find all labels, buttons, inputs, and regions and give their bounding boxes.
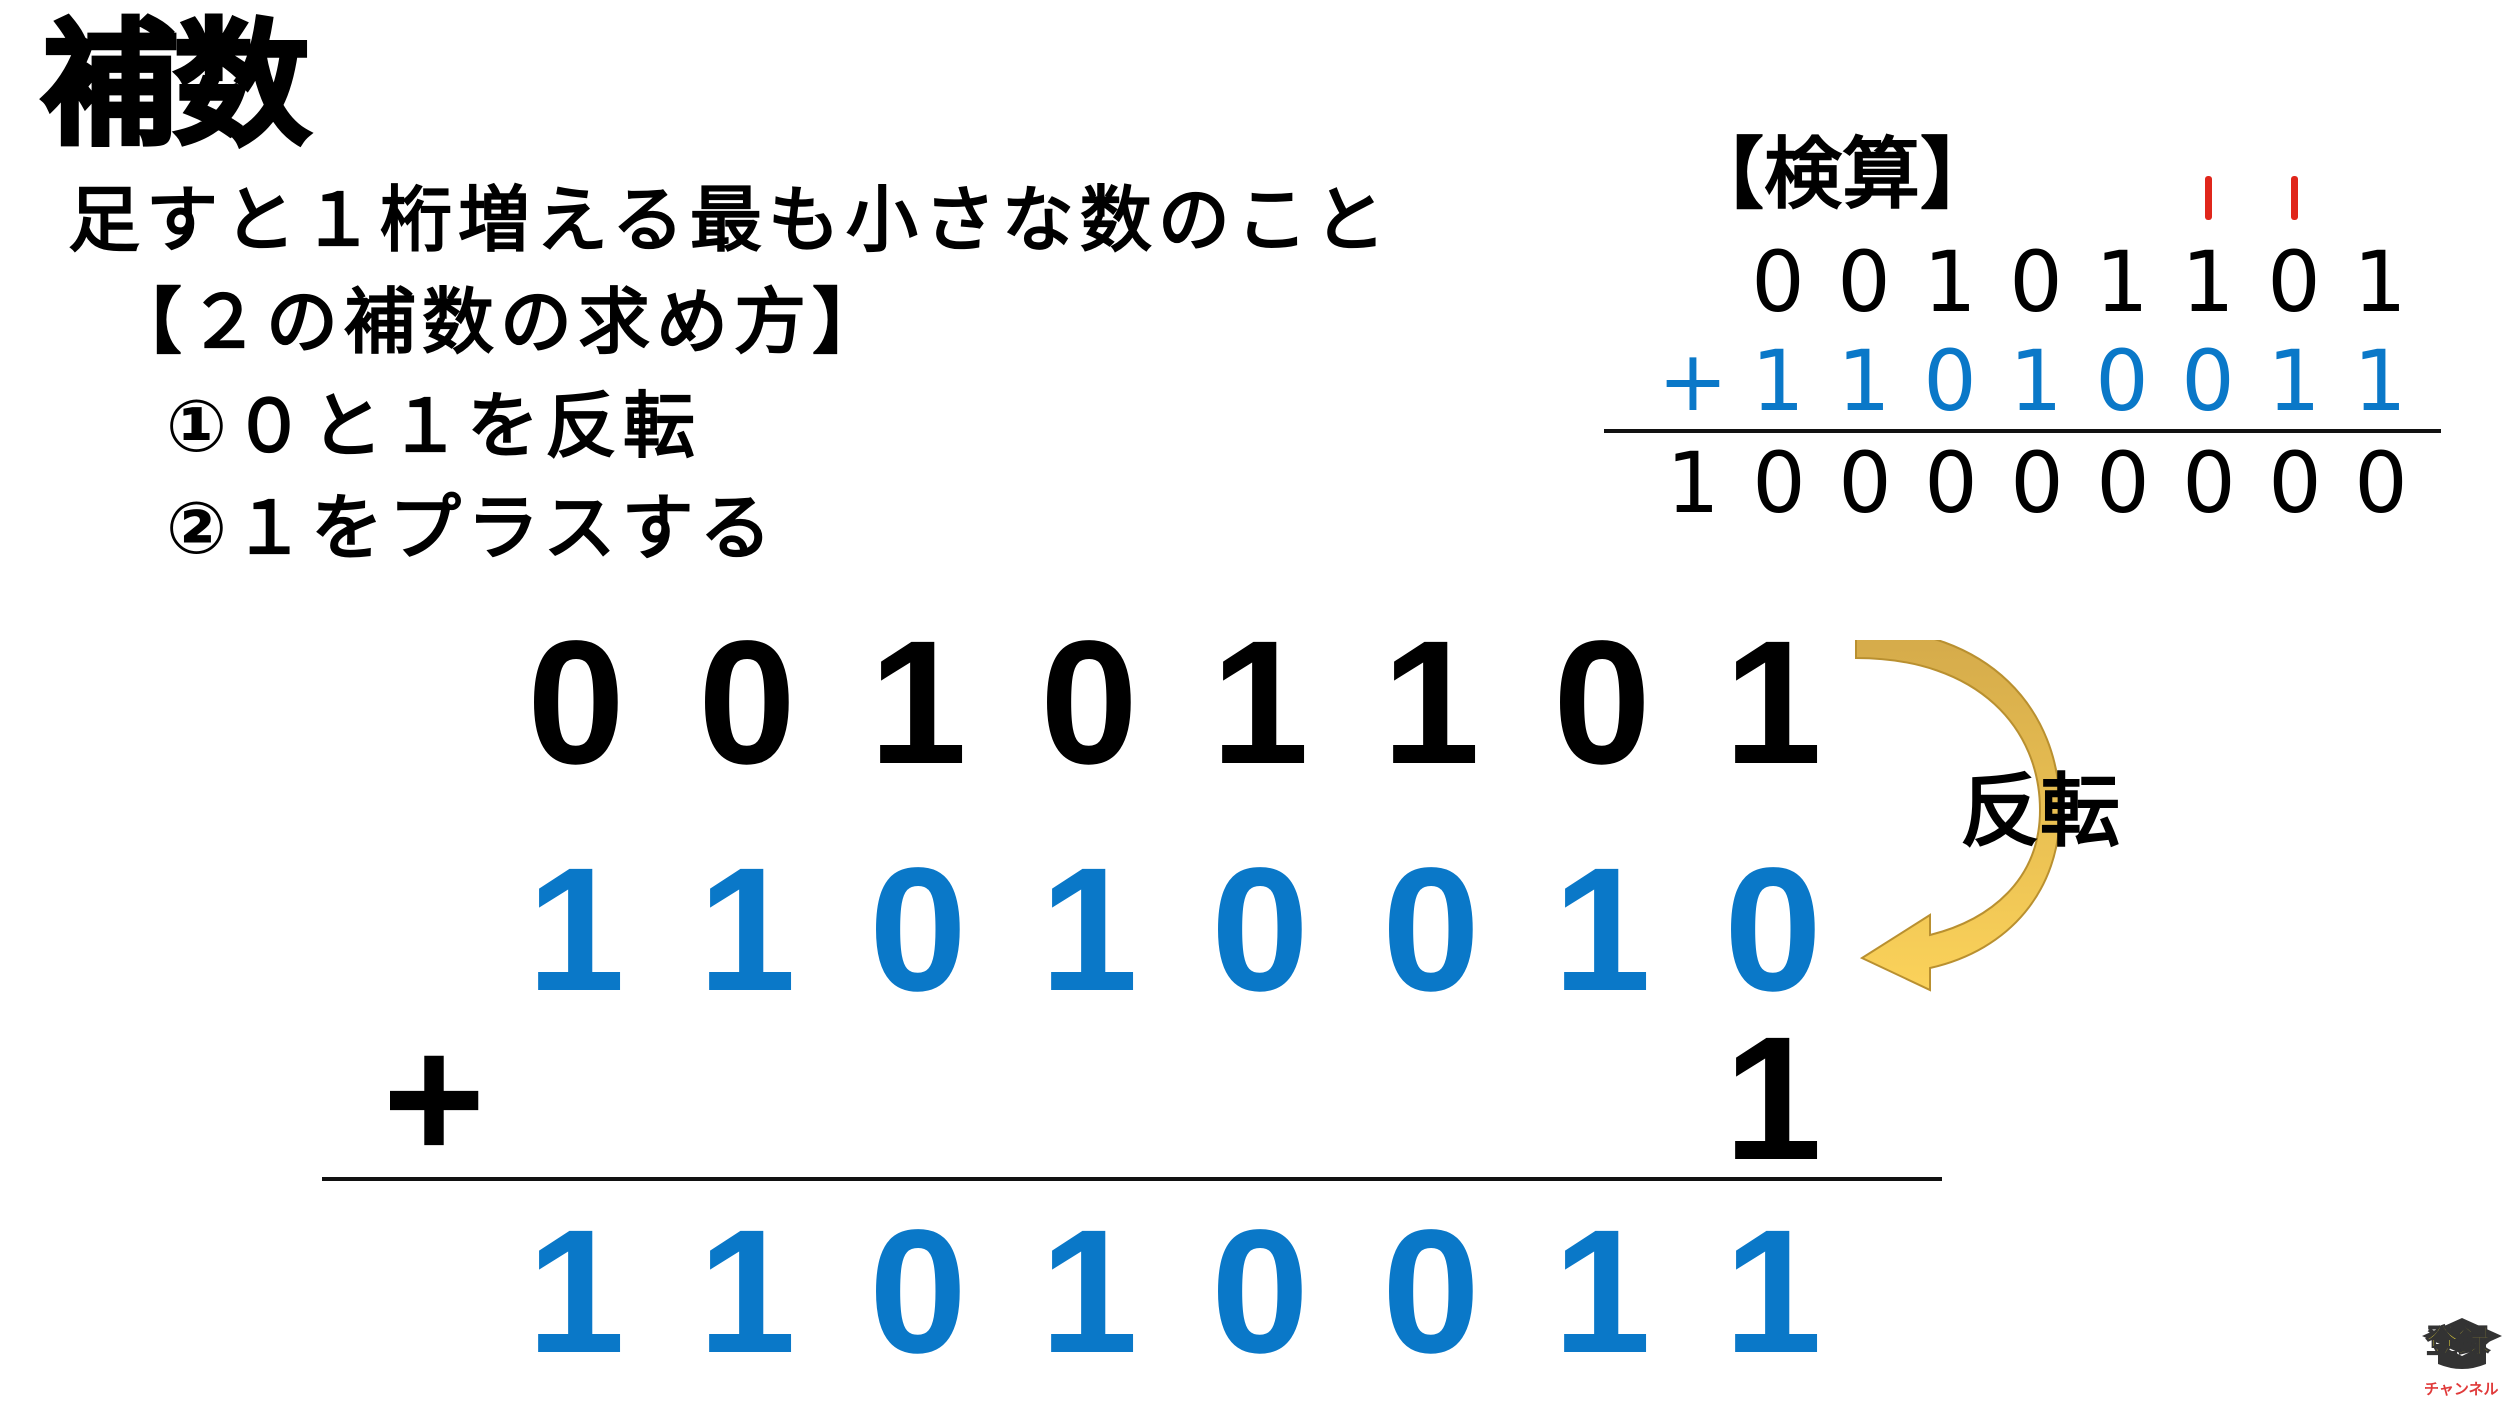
check-top-digit: 0 [2009, 233, 2063, 331]
main-result-digit: 0 [1382, 1194, 1480, 1390]
main-inverted-digit: 1 [698, 832, 796, 1028]
check-top-digit: 1 [1923, 233, 1977, 331]
main-result-digit: 1 [698, 1194, 796, 1390]
check-sum-digit: 0 [2010, 434, 2064, 532]
check-bottom-digit: 1 [2009, 332, 2063, 430]
check-sum-line [1604, 429, 2441, 433]
channel-logo: 登録 チャンネル [2420, 1310, 2504, 1400]
step-2: ②１をプラスする [166, 486, 778, 570]
check-bottom-digit: 1 [1751, 332, 1805, 430]
check-sum-digit: 1 [1666, 434, 1720, 532]
check-sum-digit: 0 [2268, 434, 2322, 532]
check-bottom-digit: 1 [1837, 332, 1891, 430]
check-heading: 【検算】 [1686, 130, 1999, 220]
main-original-digit: 1 [869, 605, 967, 801]
check-top-digit: 0 [1751, 233, 1805, 331]
main-original-digit: 1 [1211, 605, 1309, 801]
main-result-digit: 1 [1724, 1194, 1822, 1390]
check-sum-digit: 0 [1752, 434, 1806, 532]
main-inverted-digit: 1 [1040, 832, 1138, 1028]
definition-text: 足すと１桁増える最も小さな数のこと [68, 178, 1392, 262]
check-sum-digit: 0 [1924, 434, 1978, 532]
method-heading: 【２の補数の求め方】 [110, 280, 891, 364]
main-inverted-digit: 1 [527, 832, 625, 1028]
check-bottom-digit: 1 [2353, 332, 2407, 430]
main-original-digit: 1 [1724, 605, 1822, 801]
main-result-digit: 0 [869, 1194, 967, 1390]
check-top-digit: 1 [2095, 233, 2149, 331]
check-top-digit: 1 [2181, 233, 2235, 331]
main-inverted-digit: 0 [1382, 832, 1480, 1028]
page-title: 補数 [40, 7, 312, 165]
check-sum-digit: 0 [2096, 434, 2150, 532]
main-inverted-digit: 0 [869, 832, 967, 1028]
main-result-digit: 1 [527, 1194, 625, 1390]
check-sum-digit: 0 [2182, 434, 2236, 532]
arrow-label: 反転 [1960, 765, 2120, 858]
main-inverted-digit: 0 [1724, 832, 1822, 1028]
main-result-digit: 1 [1040, 1194, 1138, 1390]
check-sum-digit: 0 [2354, 434, 2408, 532]
check-plus-sign: + [1657, 332, 1729, 430]
main-result-digit: 1 [1553, 1194, 1651, 1390]
addend-one: 1 [1724, 1001, 1822, 1197]
carry-mark [2205, 176, 2212, 220]
main-original-digit: 1 [1382, 605, 1480, 801]
main-original-digit: 0 [698, 605, 796, 801]
main-inverted-digit: 1 [1553, 832, 1651, 1028]
main-inverted-digit: 0 [1211, 832, 1309, 1028]
check-sum-digit: 0 [1838, 434, 1892, 532]
step-1: ①０と１を反転 [166, 384, 701, 468]
logo-text: 登録 [2425, 1322, 2491, 1361]
main-original-digit: 0 [527, 605, 625, 801]
check-top-digit: 0 [2267, 233, 2321, 331]
carry-mark [2291, 176, 2298, 220]
plus-sign: + [382, 1001, 486, 1197]
main-result-digit: 0 [1211, 1194, 1309, 1390]
check-bottom-digit: 1 [2267, 332, 2321, 430]
check-bottom-digit: 0 [2181, 332, 2235, 430]
check-top-digit: 1 [2353, 233, 2407, 331]
logo-subtext: チャンネル [2424, 1380, 2499, 1398]
check-top-digit: 0 [1837, 233, 1891, 331]
check-bottom-digit: 0 [2095, 332, 2149, 430]
sum-line [322, 1177, 1942, 1181]
main-original-digit: 0 [1040, 605, 1138, 801]
main-original-digit: 0 [1553, 605, 1651, 801]
check-bottom-digit: 0 [1923, 332, 1977, 430]
